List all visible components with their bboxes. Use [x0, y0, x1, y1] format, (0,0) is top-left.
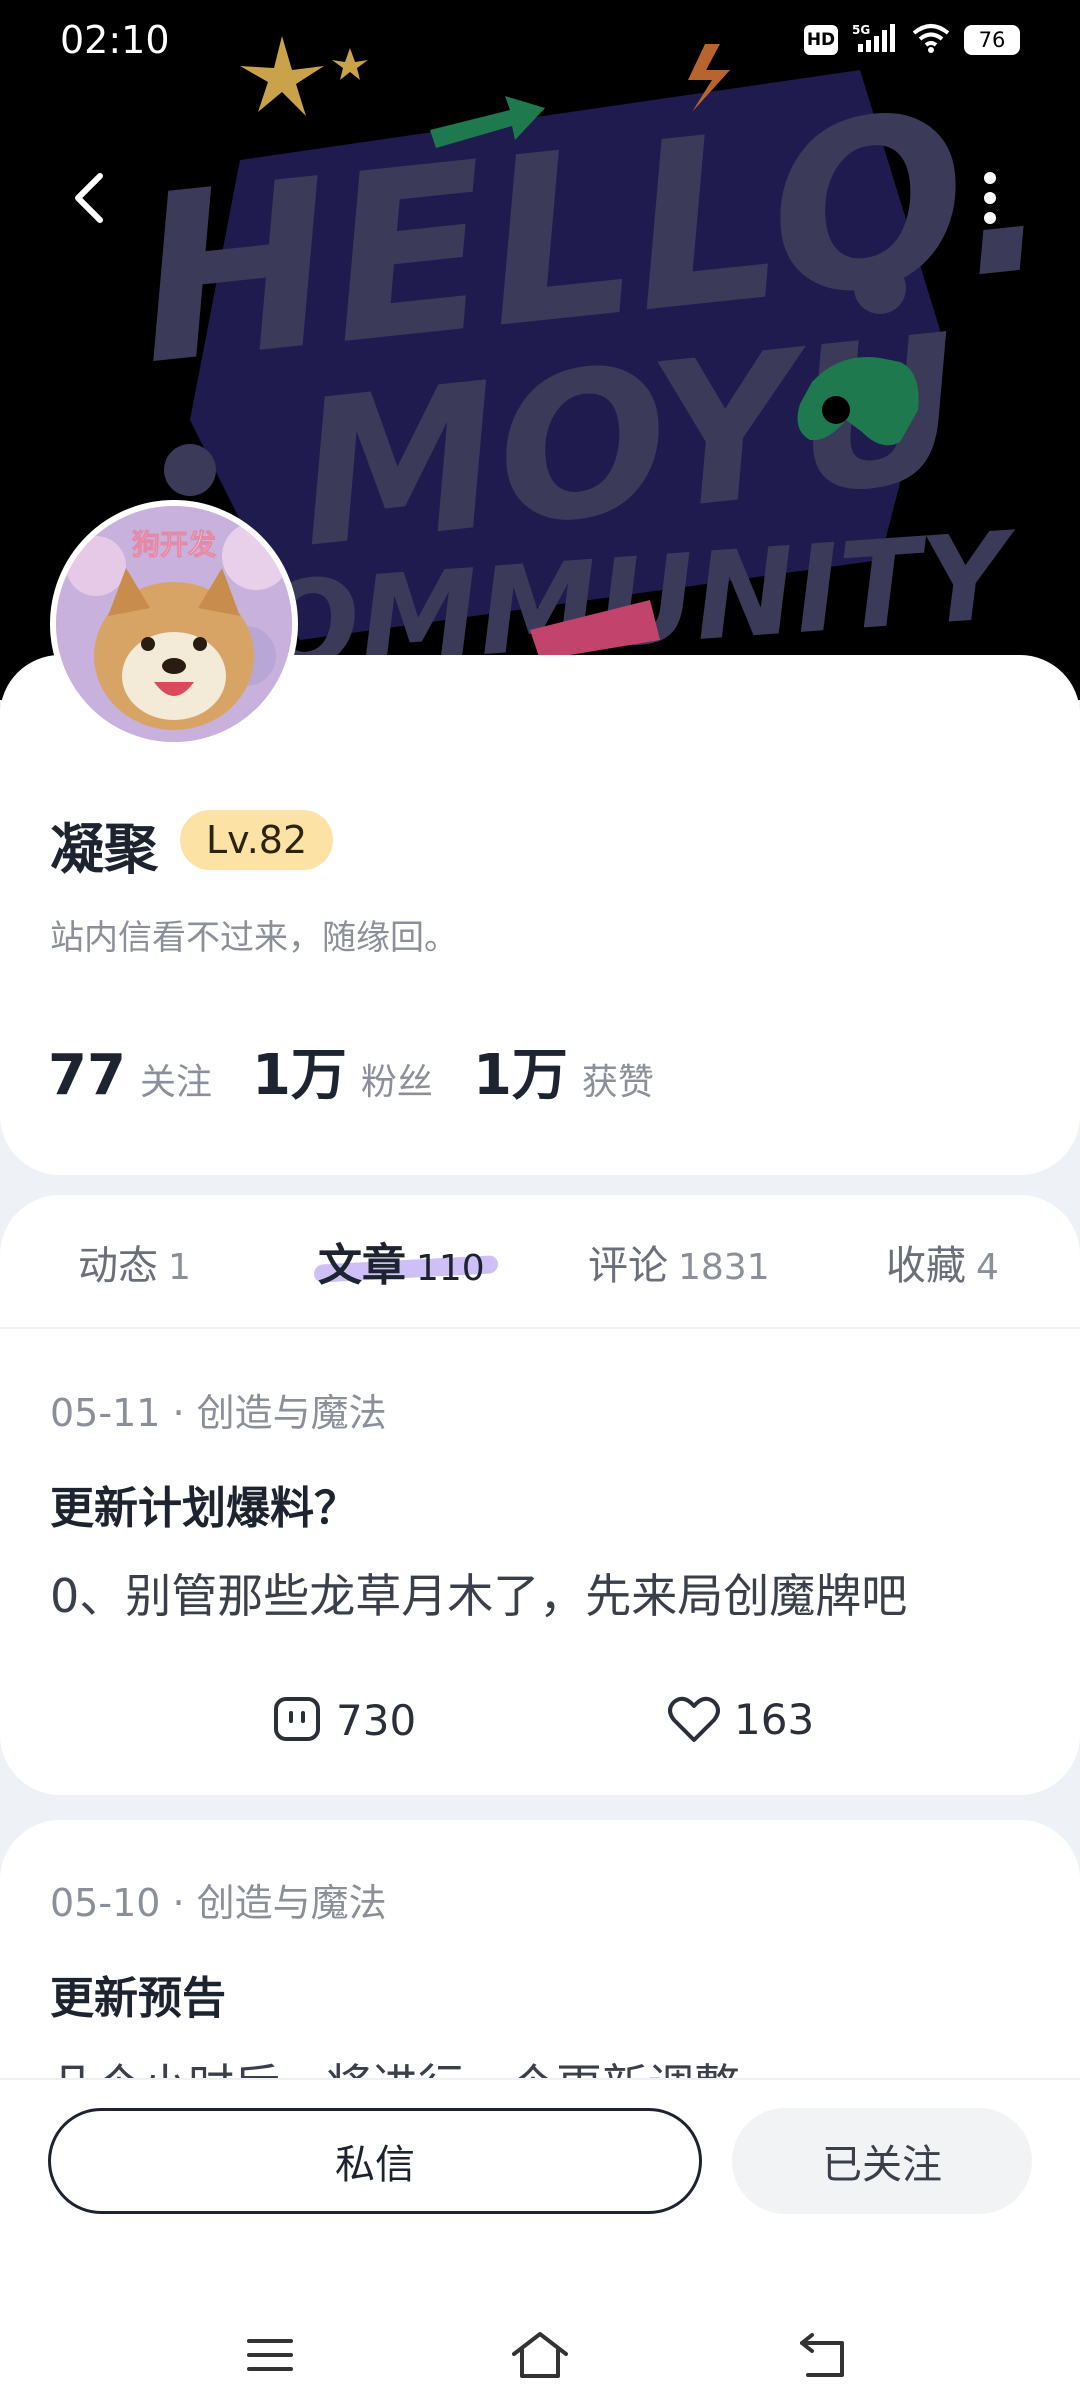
- post-excerpt: 0、别管那些龙草月木了，先来局创魔牌吧: [50, 1569, 908, 1623]
- post-meta: 05-11 · 创造与魔法: [50, 1391, 387, 1435]
- like-button[interactable]: 163: [668, 1695, 814, 1744]
- post-title: 更新预告: [50, 1973, 226, 2024]
- dog-avatar-image: 狗开发: [56, 506, 292, 742]
- back-nav-button[interactable]: [786, 2320, 866, 2390]
- level-badge: Lv.82: [180, 810, 334, 870]
- return-icon: [800, 2333, 844, 2377]
- home-icon: [512, 2332, 568, 2378]
- user-bio: 站内信看不过来，随缘回。: [50, 918, 458, 958]
- tab-label: 评论: [588, 1243, 668, 1289]
- stat-label: 关注: [139, 1062, 212, 1103]
- comment-count: 730: [336, 1695, 417, 1745]
- banner-dot: [164, 444, 216, 496]
- status-bar: 02:10 HD 5G 76: [0, 0, 1080, 90]
- avatar-caption: 狗开发: [132, 528, 216, 561]
- tab-comments[interactable]: 评论 1831: [588, 1233, 770, 1291]
- battery-icon: 76: [964, 25, 1020, 55]
- svg-text:5G: 5G: [852, 23, 870, 37]
- tab-activity[interactable]: 动态 1: [78, 1233, 191, 1291]
- status-time: 02:10: [60, 18, 170, 62]
- tab-label: 文章: [318, 1240, 406, 1291]
- more-vertical-icon: [984, 172, 996, 224]
- tab-count: 1831: [678, 1247, 770, 1288]
- chevron-left-icon: [75, 173, 103, 223]
- stat-value: 77: [48, 1043, 126, 1108]
- system-navigation: [0, 2300, 1080, 2408]
- home-button[interactable]: [500, 2320, 580, 2390]
- tab-articles[interactable]: 文章 110: [318, 1229, 485, 1293]
- stat-following[interactable]: 77 关注: [48, 1043, 212, 1108]
- banner-dot: [854, 262, 906, 314]
- status-icons: HD 5G 76: [804, 22, 1020, 58]
- tab-label: 动态: [78, 1243, 158, 1289]
- avatar[interactable]: 狗开发: [50, 500, 298, 748]
- username: 凝聚: [50, 818, 158, 881]
- stat-followers[interactable]: 1万 粉丝: [252, 1030, 433, 1111]
- tab-label: 收藏: [886, 1243, 966, 1289]
- stat-label: 获赞: [581, 1062, 654, 1103]
- more-button[interactable]: [960, 160, 1020, 236]
- hd-icon: HD: [804, 25, 838, 55]
- menu-button[interactable]: [230, 2320, 310, 2390]
- back-button[interactable]: [58, 160, 118, 236]
- signal-icon: 5G: [852, 22, 898, 58]
- tab-count: 1: [168, 1247, 191, 1288]
- user-stats: 77 关注 1万 粉丝 1万 获赞: [48, 1030, 694, 1111]
- heart-icon: [668, 1696, 720, 1742]
- comment-icon: [274, 1697, 320, 1741]
- bottom-action-bar: 私信 已关注: [0, 2078, 1080, 2408]
- comment-button[interactable]: 730: [272, 1695, 416, 1745]
- stat-value: 1万: [472, 1043, 568, 1108]
- follow-button[interactable]: 已关注: [732, 2108, 1032, 2214]
- tab-count: 4: [976, 1247, 999, 1288]
- tab-favorites[interactable]: 收藏 4: [886, 1233, 999, 1291]
- stat-value: 1万: [251, 1043, 347, 1108]
- tab-count: 110: [416, 1248, 485, 1289]
- wifi-icon: [912, 23, 950, 57]
- message-button[interactable]: 私信: [48, 2108, 702, 2214]
- post-meta: 05-10 · 创造与魔法: [50, 1881, 387, 1925]
- gamepad-button: [822, 396, 850, 424]
- stat-likes[interactable]: 1万 获赞: [473, 1030, 654, 1111]
- profile-tabs: 动态 1 文章 110 评论 1831 收藏 4: [0, 1195, 1080, 1329]
- profile-screen: HELLO. MOYU COMMUNITY 02:10 HD 5G 76 狗开发…: [0, 0, 1080, 2408]
- menu-icon: [247, 2339, 293, 2371]
- stat-label: 粉丝: [360, 1062, 433, 1103]
- like-count: 163: [734, 1695, 815, 1744]
- post-title: 更新计划爆料？: [50, 1483, 358, 1534]
